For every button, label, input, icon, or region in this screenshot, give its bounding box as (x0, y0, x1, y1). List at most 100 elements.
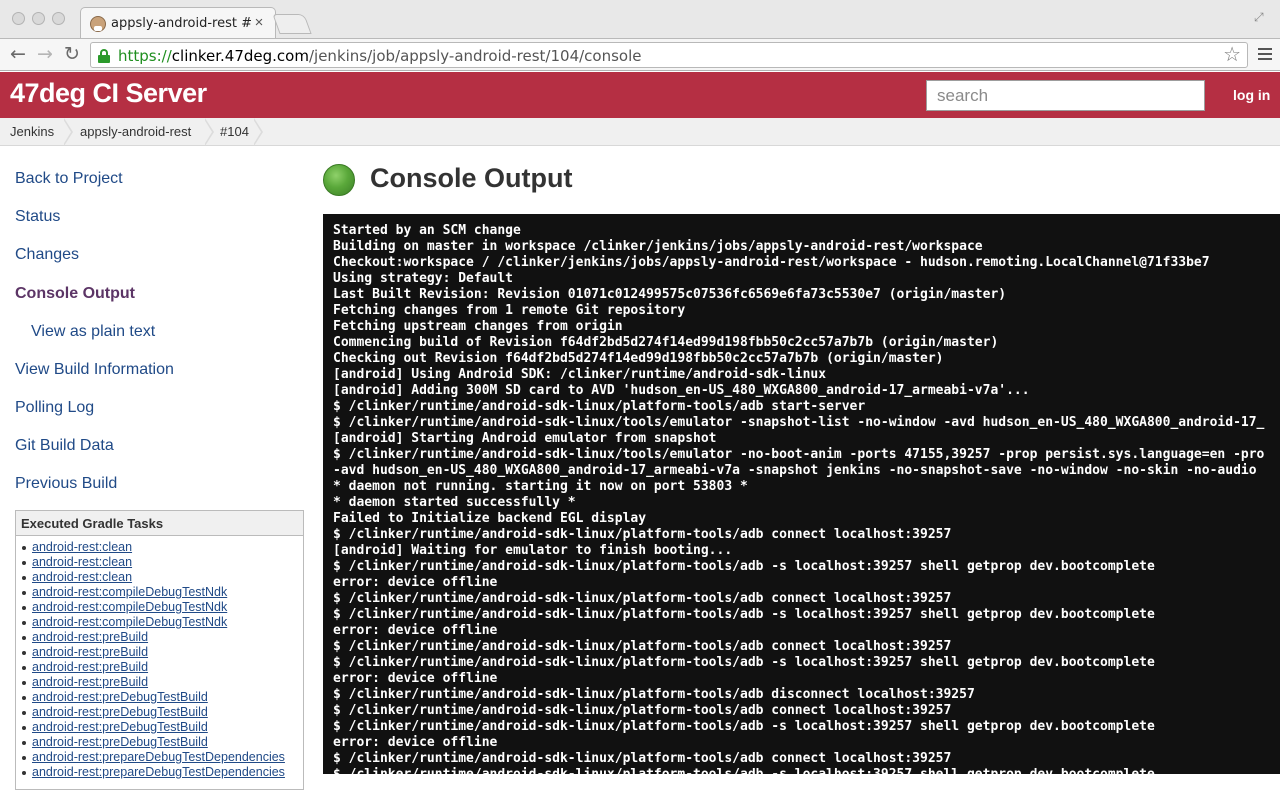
gradle-task-link[interactable]: android-rest:preBuild (32, 675, 148, 689)
gradle-task-link[interactable]: android-rest:clean (32, 570, 132, 584)
browser-tab[interactable]: appsly-android-rest #104 × (80, 7, 276, 38)
sidebar-item-back-to-project[interactable]: Back to Project (15, 170, 123, 188)
jenkins-favicon-icon (90, 16, 106, 32)
lock-icon (98, 49, 110, 63)
sidebar-item-status[interactable]: Status (15, 208, 60, 226)
breadcrumb-separator (204, 118, 215, 146)
console-line: $ /clinker/runtime/android-sdk-linux/pla… (333, 655, 1155, 670)
gradle-task-item: android-rest:compileDebugTestNdk (20, 600, 302, 615)
gradle-task-link[interactable]: android-rest:preDebugTestBuild (32, 735, 208, 749)
gradle-task-link[interactable]: android-rest:prepareDebugTestDependencie… (32, 765, 285, 779)
browser-menu-icon[interactable] (1258, 48, 1272, 61)
fullscreen-icon[interactable]: ⤢ (1254, 10, 1268, 24)
console-line: [android] Waiting for emulator to finish… (333, 543, 733, 558)
gradle-task-item: android-rest:preBuild (20, 645, 302, 660)
search-box[interactable] (926, 80, 1205, 111)
close-window-button[interactable] (12, 12, 25, 25)
breadcrumb-separator (63, 118, 74, 146)
gradle-task-item: android-rest:preBuild (20, 630, 302, 645)
gradle-task-item: android-rest:compileDebugTestNdk (20, 585, 302, 600)
console-line: [android] Adding 300M SD card to AVD 'hu… (333, 383, 1030, 398)
gradle-task-link[interactable]: android-rest:prepareDebugTestDependencie… (32, 750, 285, 764)
zoom-window-button[interactable] (52, 12, 65, 25)
console-line: $ /clinker/runtime/android-sdk-linux/pla… (333, 559, 1155, 574)
reload-icon[interactable]: ↻ (61, 43, 83, 65)
gradle-task-link[interactable]: android-rest:clean (32, 555, 132, 569)
sidebar-item-changes[interactable]: Changes (15, 246, 79, 264)
sidebar-item-polling-log[interactable]: Polling Log (15, 399, 94, 417)
console-line: Fetching upstream changes from origin (333, 319, 623, 334)
console-line: $ /clinker/runtime/android-sdk-linux/pla… (333, 527, 952, 542)
breadcrumb-item-jenkins[interactable]: Jenkins (10, 118, 54, 145)
console-line: Fetching changes from 1 remote Git repos… (333, 303, 686, 318)
console-line: * daemon started successfully * (333, 495, 576, 510)
gradle-task-item: android-rest:preDebugTestBuild (20, 690, 302, 705)
sidebar-item-plain-text[interactable]: View as plain text (31, 323, 155, 341)
bookmark-star-icon[interactable]: ☆ (1223, 44, 1241, 66)
console-line: $ /clinker/runtime/android-sdk-linux/pla… (333, 751, 952, 766)
browser-tab-strip: appsly-android-rest #104 × ⤢ (0, 0, 1280, 38)
breadcrumb-item-build[interactable]: #104 (220, 118, 249, 145)
gradle-task-item: android-rest:clean (20, 540, 302, 555)
console-line: Commencing build of Revision f64df2bd5d2… (333, 335, 999, 350)
console-line: $ /clinker/runtime/android-sdk-linux/pla… (333, 639, 952, 654)
site-logo[interactable]: 47deg CI Server (10, 78, 207, 109)
side-panel: Back to Project Status Changes Console O… (0, 146, 310, 790)
console-line: $ /clinker/runtime/android-sdk-linux/pla… (333, 703, 952, 718)
gradle-task-item: android-rest:prepareDebugTestDependencie… (20, 765, 302, 780)
gradle-task-link[interactable]: android-rest:preDebugTestBuild (32, 720, 208, 734)
console-line: Last Built Revision: Revision 01071c0124… (333, 287, 1007, 302)
gradle-task-link[interactable]: android-rest:preBuild (32, 630, 148, 644)
console-line: $ /clinker/runtime/android-sdk-linux/pla… (333, 591, 952, 606)
sidebar-item-git-build-data[interactable]: Git Build Data (15, 437, 114, 455)
gradle-task-link[interactable]: android-rest:preDebugTestBuild (32, 705, 208, 719)
url-text[interactable]: https://clinker.47deg.com/jenkins/job/ap… (118, 47, 642, 65)
console-line: -avd hudson_en-US_480_WXGA800_android-17… (333, 463, 1257, 478)
console-line: Failed to Initialize backend EGL display (333, 511, 647, 526)
gradle-task-item: android-rest:prepareDebugTestDependencie… (20, 750, 302, 765)
console-line: $ /clinker/runtime/android-sdk-linux/pla… (333, 767, 1264, 774)
console-line: error: device offline (333, 623, 498, 638)
console-line: $ /clinker/runtime/android-sdk-linux/pla… (333, 399, 866, 414)
gradle-task-link[interactable]: android-rest:preDebugTestBuild (32, 690, 208, 704)
gradle-task-link[interactable]: android-rest:compileDebugTestNdk (32, 600, 227, 614)
console-line: Checkout:workspace / /clinker/jenkins/jo… (333, 255, 1210, 270)
search-input[interactable] (927, 81, 1204, 110)
minimize-window-button[interactable] (32, 12, 45, 25)
console-text: Started by an SCM change Building on mast… (333, 223, 1264, 774)
back-icon[interactable]: ← (7, 43, 29, 65)
sidebar-item-console-output[interactable]: Console Output (15, 285, 135, 303)
gradle-task-link[interactable]: android-rest:compileDebugTestNdk (32, 615, 227, 629)
gradle-task-list: android-rest:clean android-rest:clean andr… (20, 540, 302, 780)
gradle-task-link[interactable]: android-rest:preBuild (32, 645, 148, 659)
tab-title: appsly-android-rest #104 (111, 16, 251, 31)
console-line: [android] Starting Android emulator from… (333, 431, 717, 446)
console-line: $ /clinker/runtime/android-sdk-linux/too… (333, 447, 1265, 462)
sidebar-item-previous-build[interactable]: Previous Build (15, 475, 117, 493)
url-host: clinker.47deg.com (171, 47, 309, 65)
gradle-task-item: android-rest:preBuild (20, 660, 302, 675)
console-line: Building on master in workspace /clinker… (333, 239, 983, 254)
new-tab-button[interactable] (272, 14, 312, 34)
tab-close-icon[interactable]: × (251, 14, 267, 32)
breadcrumb-item-project[interactable]: appsly-android-rest (80, 118, 191, 145)
gradle-task-item: android-rest:preDebugTestBuild (20, 705, 302, 720)
console-line: Using strategy: Default (333, 271, 514, 286)
gradle-task-link[interactable]: android-rest:clean (32, 540, 132, 554)
gradle-task-link[interactable]: android-rest:compileDebugTestNdk (32, 585, 227, 599)
console-line: error: device offline (333, 671, 498, 686)
url-path: /jenkins/job/appsly-android-rest/104/con… (308, 47, 642, 65)
console-line: $ /clinker/runtime/android-sdk-linux/pla… (333, 687, 975, 702)
gradle-task-item: android-rest:preBuild (20, 675, 302, 690)
gradle-task-link[interactable]: android-rest:preBuild (32, 660, 148, 674)
forward-icon[interactable]: → (34, 43, 56, 65)
address-bar[interactable]: https://clinker.47deg.com/jenkins/job/ap… (90, 42, 1248, 68)
console-line: $ /clinker/runtime/android-sdk-linux/pla… (333, 719, 1155, 734)
breadcrumb: Jenkins appsly-android-rest #104 (0, 118, 1280, 146)
console-line: Checking out Revision f64df2bd5d274f14ed… (333, 351, 944, 366)
console-line: error: device offline (333, 735, 498, 750)
login-link[interactable]: log in (1233, 87, 1270, 103)
sidebar-item-build-information[interactable]: View Build Information (15, 361, 174, 379)
console-output: Started by an SCM change Building on mast… (323, 214, 1280, 774)
console-line: error: device offline (333, 575, 498, 590)
